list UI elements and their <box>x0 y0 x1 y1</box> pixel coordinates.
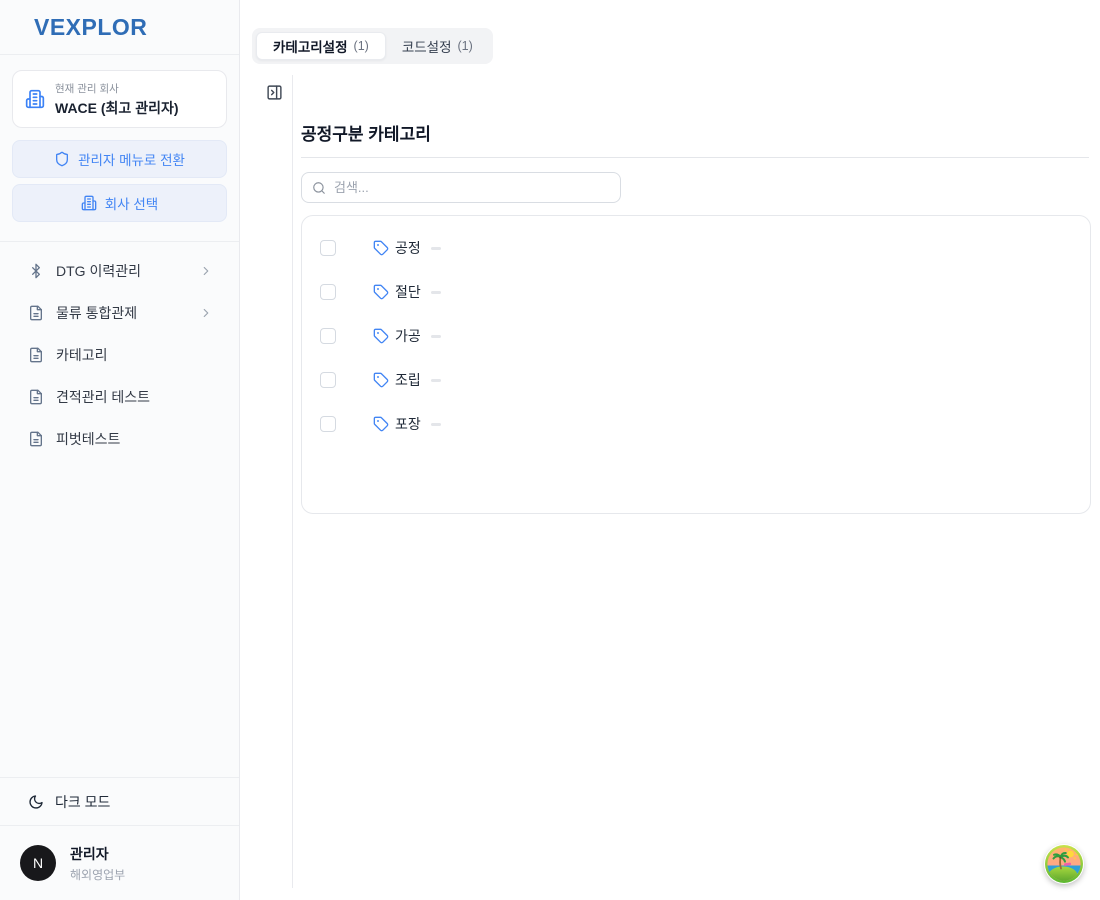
chevron-right-icon <box>199 264 213 278</box>
sidebar-header: VEXPLOR <box>0 0 239 55</box>
sidebar-menu-item[interactable]: 물류 통합관제 <box>0 292 239 334</box>
dark-mode-toggle[interactable]: 다크 모드 <box>0 777 239 825</box>
tab-code-settings[interactable]: 코드설정 (1) <box>386 32 489 60</box>
row-dash <box>431 423 441 426</box>
company-card: 현재 관리 회사 WACE (최고 관리자) <box>12 70 227 128</box>
category-row: 절단 <box>302 270 1090 314</box>
row-dash <box>431 291 441 294</box>
tag-icon <box>373 372 389 388</box>
tab-count: (1) <box>458 39 473 53</box>
tag-icon <box>373 328 389 344</box>
row-dash <box>431 247 441 250</box>
company-card-label: 현재 관리 회사 <box>55 81 179 96</box>
tag-icon <box>373 416 389 432</box>
sidebar-menu-item-label: 물류 통합관제 <box>56 303 187 323</box>
moon-icon <box>28 794 44 810</box>
category-label: 공정 <box>395 238 421 258</box>
sidebar-spacer <box>0 460 239 777</box>
sidebar: VEXPLOR 현재 관리 회사 WACE (최고 관리자) 관리자 메뉴로 전… <box>0 0 240 900</box>
vexplor-logo: VEXPLOR <box>34 14 147 41</box>
category-label: 조립 <box>395 370 421 390</box>
document-icon <box>28 389 44 405</box>
tab-bar: 카테고리설정 (1) 코드설정 (1) <box>252 28 493 64</box>
sidebar-menu-item-label: DTG 이력관리 <box>56 261 187 281</box>
category-checkbox[interactable] <box>320 372 336 388</box>
tab-label: 카테고리설정 <box>273 36 348 56</box>
sidebar-menu-item-label: 피벗테스트 <box>56 429 213 449</box>
document-icon <box>28 305 44 321</box>
sidebar-menu-item-label: 카테고리 <box>56 345 213 365</box>
category-row: 가공 <box>302 314 1090 358</box>
switch-admin-menu-button[interactable]: 관리자 메뉴로 전환 <box>12 140 227 178</box>
select-company-label: 회사 선택 <box>105 193 158 213</box>
tab-category-settings[interactable]: 카테고리설정 (1) <box>256 32 386 60</box>
select-company-button[interactable]: 회사 선택 <box>12 184 227 222</box>
switch-admin-menu-label: 관리자 메뉴로 전환 <box>78 149 185 169</box>
tag-icon <box>373 284 389 300</box>
building-icon <box>25 89 45 109</box>
bluetooth-icon <box>28 263 44 279</box>
category-label: 가공 <box>395 326 421 346</box>
sidebar-menu-item[interactable]: 피벗테스트 <box>0 418 239 460</box>
category-row: 공정 <box>302 226 1090 270</box>
avatar: N <box>20 845 56 881</box>
user-profile[interactable]: N 관리자 해외영업부 <box>0 825 239 900</box>
company-card-name: WACE (최고 관리자) <box>55 98 179 118</box>
tab-label: 코드설정 <box>402 36 452 56</box>
shield-icon <box>54 151 70 167</box>
sidebar-collapse-button[interactable] <box>264 84 284 104</box>
content-panel: 공정구분 카테고리 공정 절단 가공 조 <box>292 75 1090 888</box>
search-box <box>301 172 621 203</box>
user-name: 관리자 <box>70 844 125 864</box>
title-divider <box>301 157 1089 158</box>
panel-toggle-icon <box>266 84 283 104</box>
sidebar-menu-item[interactable]: DTG 이력관리 <box>0 250 239 292</box>
category-list: 공정 절단 가공 조립 포장 <box>301 215 1091 514</box>
chevron-right-icon <box>199 306 213 320</box>
search-icon <box>312 181 326 195</box>
island-widget-button[interactable] <box>1044 844 1084 884</box>
category-checkbox[interactable] <box>320 284 336 300</box>
category-checkbox[interactable] <box>320 416 336 432</box>
user-department: 해외영업부 <box>70 866 125 883</box>
tropical-island-icon <box>1044 844 1084 884</box>
category-label: 절단 <box>395 282 421 302</box>
company-card-text: 현재 관리 회사 WACE (최고 관리자) <box>55 81 179 118</box>
category-checkbox[interactable] <box>320 240 336 256</box>
document-icon <box>28 347 44 363</box>
category-row: 조립 <box>302 358 1090 402</box>
category-row: 포장 <box>302 402 1090 446</box>
page-title: 공정구분 카테고리 <box>301 120 431 145</box>
category-checkbox[interactable] <box>320 328 336 344</box>
tag-icon <box>373 240 389 256</box>
sidebar-menu-item[interactable]: 견적관리 테스트 <box>0 376 239 418</box>
user-info: 관리자 해외영업부 <box>70 844 125 883</box>
sidebar-menu-item[interactable]: 카테고리 <box>0 334 239 376</box>
tab-count: (1) <box>354 39 369 53</box>
dark-mode-label: 다크 모드 <box>55 792 110 812</box>
sidebar-menu-item-label: 견적관리 테스트 <box>56 387 213 407</box>
sidebar-menu: DTG 이력관리 물류 통합관제 카테고리 견적관리 테스트 피벗테스트 <box>0 241 239 460</box>
category-label: 포장 <box>395 414 421 434</box>
building-icon <box>81 195 97 211</box>
row-dash <box>431 335 441 338</box>
row-dash <box>431 379 441 382</box>
document-icon <box>28 431 44 447</box>
search-input[interactable] <box>334 180 610 195</box>
